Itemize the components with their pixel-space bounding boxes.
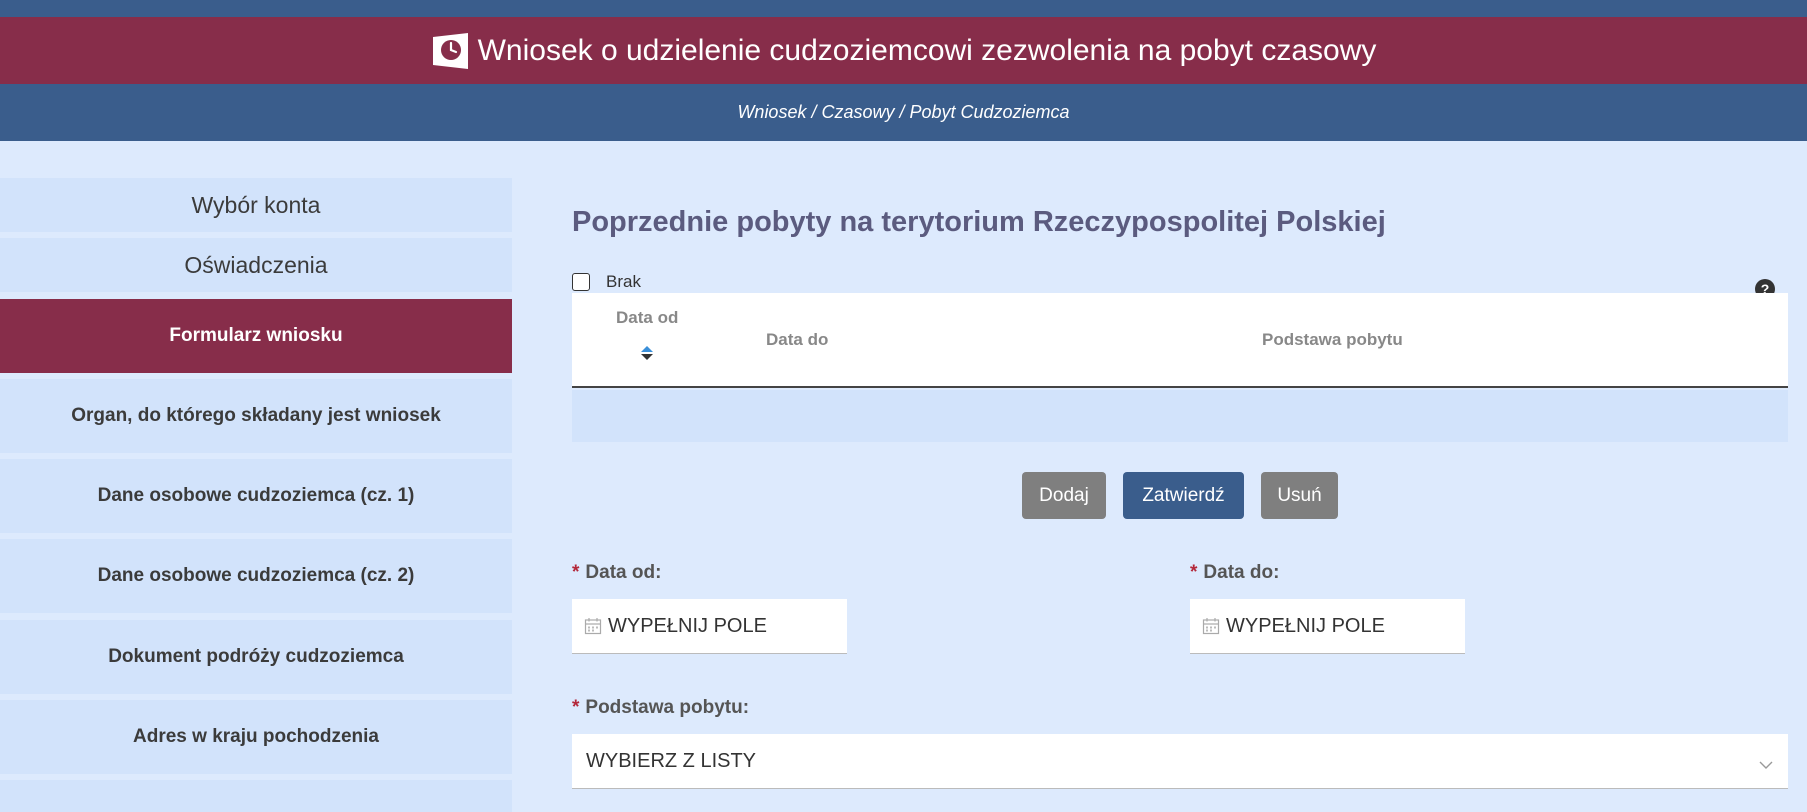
sidebar-item-wybor-konta[interactable]: Wybór konta (0, 178, 512, 232)
chevron-down-icon (1758, 754, 1774, 769)
basis-select[interactable]: WYBIERZ Z LISTY (572, 734, 1788, 789)
basis-label: * Podstawa pobytu: (572, 697, 749, 719)
sidebar-item-label: Wybór konta (191, 191, 321, 218)
sidebar-item-oswiadczenia[interactable]: Oświadczenia (0, 238, 512, 292)
sidebar-item-label: Dokument podróży cudzoziemca (108, 646, 404, 667)
sidebar-item-label: Dane osobowe cudzoziemca (cz. 2) (97, 565, 415, 586)
confirm-button[interactable]: Zatwierdź (1123, 472, 1244, 519)
date-to-label-text: Data do: (1203, 562, 1280, 583)
page-title: Wniosek o udzielenie cudzoziemcowi zezwo… (477, 33, 1377, 67)
calendar-icon (1202, 617, 1220, 635)
sidebar-item-next[interactable] (0, 780, 512, 812)
sidebar-item-organ[interactable]: Organ, do którego składany jest wniosek (0, 379, 512, 453)
sort-icon[interactable] (640, 344, 654, 362)
brak-checkbox-row: Brak (572, 272, 641, 292)
date-from-field[interactable]: WYPEŁNIJ POLE (572, 599, 847, 654)
sidebar-item-label: Dane osobowe cudzoziemca (cz. 1) (97, 485, 415, 506)
sidebar-item-dane-osobowe-1[interactable]: Dane osobowe cudzoziemca (cz. 1) (0, 459, 512, 533)
table-empty-row (572, 390, 1788, 442)
column-header-data-do[interactable]: Data do (766, 330, 828, 350)
add-button[interactable]: Dodaj (1022, 472, 1106, 519)
required-mark: * (1190, 562, 1198, 583)
date-to-field[interactable]: WYPEŁNIJ POLE (1190, 599, 1465, 654)
date-from-label: * Data od: (572, 562, 661, 584)
sidebar-item-label: Oświadczenia (184, 251, 328, 278)
sidebar-item-dane-osobowe-2[interactable]: Dane osobowe cudzoziemca (cz. 2) (0, 539, 512, 613)
breadcrumb-text: Wniosek / Czasowy / Pobyt Cudzoziemca (737, 102, 1070, 122)
section-title: Poprzednie pobyty na terytorium Rzeczypo… (572, 206, 1386, 238)
sidebar-item-label: Adres w kraju pochodzenia (133, 726, 379, 747)
date-to-value: WYPEŁNIJ POLE (1226, 614, 1385, 637)
breadcrumb: Wniosek / Czasowy / Pobyt Cudzoziemca (0, 84, 1807, 141)
remove-button[interactable]: Usuń (1261, 472, 1338, 519)
basis-label-text: Podstawa pobytu: (585, 697, 750, 718)
sidebar-item-label: Organ, do którego składany jest wniosek (71, 405, 441, 426)
title-bar: Wniosek o udzielenie cudzoziemcowi zezwo… (0, 17, 1807, 84)
calendar-icon (584, 617, 602, 635)
column-header-data-od[interactable]: Data od (616, 308, 678, 328)
sidebar-item-formularz-wniosku[interactable]: Formularz wniosku (0, 299, 512, 373)
required-mark: * (572, 562, 580, 583)
date-to-label: * Data do: (1190, 562, 1279, 584)
top-strip (0, 0, 1807, 17)
column-header-podstawa[interactable]: Podstawa pobytu (1262, 330, 1403, 350)
date-from-value: WYPEŁNIJ POLE (608, 614, 767, 637)
sidebar-item-adres-kraj-pochodzenia[interactable]: Adres w kraju pochodzenia (0, 700, 512, 774)
basis-select-value: WYBIERZ Z LISTY (586, 749, 757, 772)
brak-checkbox[interactable] (572, 273, 590, 291)
calendar-clock-icon (431, 32, 470, 70)
sidebar-item-dokument-podrozy[interactable]: Dokument podróży cudzoziemca (0, 620, 512, 694)
date-from-label-text: Data od: (585, 562, 662, 583)
brak-label: Brak (606, 272, 641, 291)
required-mark: * (572, 697, 580, 718)
sidebar-item-label: Formularz wniosku (169, 325, 343, 346)
table-header (572, 293, 1788, 388)
